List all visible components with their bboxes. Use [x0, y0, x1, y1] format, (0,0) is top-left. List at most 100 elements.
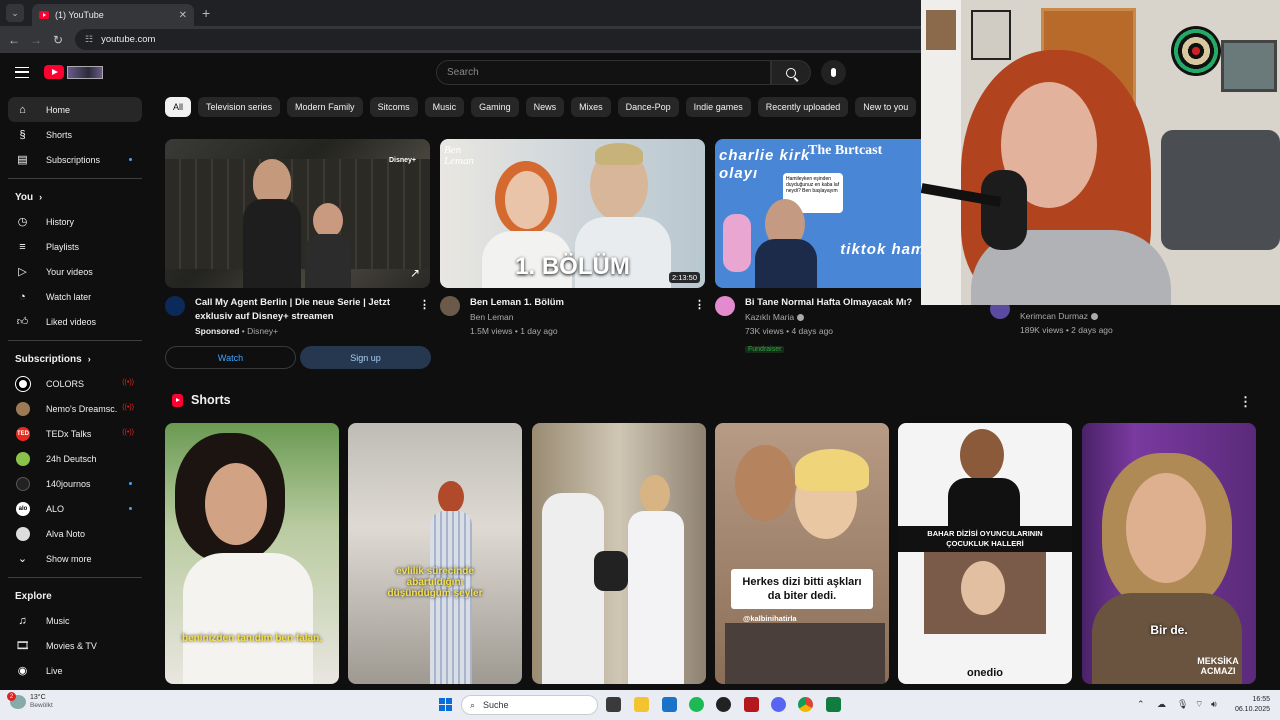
sidebar-item-history[interactable]: ◷ History [8, 209, 142, 234]
more-options-icon[interactable]: ⋮ [694, 298, 705, 311]
channel-avatar: alo [16, 501, 30, 516]
chip-music[interactable]: Music [424, 97, 465, 117]
sidebar-item-shorts[interactable]: § Shorts [8, 122, 142, 147]
sidebar-channel-nemos-dreamscapes[interactable]: Nemo's Dreamsc... ((•)) [8, 396, 142, 421]
disney-plus-logo: Disney+ [388, 157, 416, 164]
video-meta: Bi Tane Normal Hafta Olmayacak Mı? Kazık… [715, 296, 960, 356]
open-external-icon[interactable]: ↗ [410, 266, 420, 280]
search-input[interactable] [447, 67, 770, 78]
chip-recently-uploaded[interactable]: Recently uploaded [757, 97, 849, 117]
divider [8, 178, 142, 179]
sidebar-item-liked-videos[interactable]: 👍︎ Liked videos [8, 309, 142, 334]
sidebar-item-home[interactable]: ⌂ Home [8, 97, 142, 122]
chip-all[interactable]: All [165, 97, 192, 117]
excel-icon[interactable] [826, 697, 841, 712]
chip-dance-pop[interactable]: Dance-Pop [617, 97, 679, 117]
short-card[interactable]: beninizden tanıdım ben falan. [165, 423, 339, 684]
weather-widget[interactable]: 2 13°C Bewölkt [7, 692, 53, 710]
task-view-icon[interactable] [606, 697, 621, 712]
channel-name[interactable]: Ben Leman [470, 310, 685, 324]
short-card[interactable]: evlilik sürecinde abartıldığını düşündüğ… [348, 423, 522, 684]
video-card[interactable]: Ben Leman 1. BÖLÜM 2:13:50 Ben Leman 1. … [440, 139, 705, 338]
youtube-logo[interactable] [44, 65, 103, 79]
windows-start-icon[interactable] [439, 698, 452, 711]
video-thumbnail[interactable]: charlie kirk olayı The Bırtcast Hamileyk… [715, 139, 921, 288]
sidebar-item-subscriptions[interactable]: ▤ Subscriptions [8, 147, 142, 172]
chip-news[interactable]: News [525, 97, 565, 117]
spotify-icon[interactable] [689, 697, 704, 712]
sidebar-channel-24h-deutsch[interactable]: 24h Deutsch [8, 446, 142, 471]
channel-avatar[interactable] [165, 296, 185, 316]
network-icon[interactable]: ☁ [1157, 699, 1166, 710]
discord-icon[interactable] [771, 697, 786, 712]
sidebar-item-watch-later[interactable]: ◔ Watch later [8, 284, 142, 309]
sidebar-item-your-videos[interactable]: ▷ Your videos [8, 259, 142, 284]
chip-sitcoms[interactable]: Sitcoms [369, 97, 418, 117]
video-thumbnail[interactable]: Disney+ ↗ [165, 139, 430, 288]
short-card[interactable]: Herkes dizi bitti aşkları da biter dedi.… [715, 423, 889, 684]
sidebar-show-more[interactable]: ⌄ Show more [8, 546, 142, 571]
short-caption: BAHAR DİZİSİ OYUNCULARININ ÇOCUKLUK HALL… [927, 529, 1043, 548]
sign-up-button[interactable]: Sign up [300, 346, 431, 369]
tab-list-icon[interactable]: ⌄ [6, 4, 24, 22]
volume-icon[interactable]: 🔊︎ [1211, 699, 1217, 710]
sidebar-channel-tedx-talks[interactable]: TED TEDx Talks ((•)) [8, 421, 142, 446]
video-title[interactable]: Ben Leman 1. Bölüm [470, 296, 685, 310]
tray-overflow-icon[interactable]: ⌃ [1137, 699, 1145, 710]
sidebar-channel-alva-noto[interactable]: Alva Noto [8, 521, 142, 546]
sidebar-item-live[interactable]: ◉ Live [8, 658, 142, 683]
video-card-ad[interactable]: Disney+ ↗ Call My Agent Berlin | Die neu… [165, 139, 430, 338]
you-heading[interactable]: You › [0, 185, 150, 209]
sidebar-item-playlists[interactable]: ≡ Playlists [8, 234, 142, 259]
store-icon[interactable] [662, 697, 677, 712]
microphone-icon[interactable]: 🎙︎ [1177, 699, 1188, 710]
taskbar-search[interactable]: ⌕ Suche [461, 695, 598, 715]
short-card[interactable]: BAHAR DİZİSİ OYUNCULARININ ÇOCUKLUK HALL… [898, 423, 1072, 684]
channel-name[interactable]: Kazıklı Maria [745, 312, 794, 322]
forward-icon[interactable]: → [25, 33, 47, 47]
video-channel-line: Sponsored • Disney+ [195, 326, 279, 336]
wifi-icon[interactable]: ⌔ [1195, 699, 1203, 710]
chip-modern-family[interactable]: Modern Family [287, 97, 363, 117]
chip-gaming[interactable]: Gaming [471, 97, 519, 117]
video-thumbnail[interactable]: Ben Leman 1. BÖLÜM 2:13:50 [440, 139, 705, 288]
chip-new-to-you[interactable]: New to you [855, 97, 917, 117]
chrome-icon[interactable] [798, 697, 813, 712]
thumbnail-person [628, 511, 684, 684]
chip-mixes[interactable]: Mixes [571, 97, 611, 117]
menu-icon[interactable] [15, 66, 29, 78]
short-card[interactable] [532, 423, 706, 684]
search-button[interactable] [771, 60, 811, 85]
channel-name[interactable]: Kerimcan Durmaz [1020, 311, 1088, 321]
short-card[interactable]: Bir de. MEKSİKA ACMAZI [1082, 423, 1256, 684]
more-options-icon[interactable]: ⋮ [1239, 394, 1252, 410]
video-title[interactable]: Call My Agent Berlin | Die neue Serie | … [195, 296, 410, 324]
file-explorer-icon[interactable] [634, 697, 649, 712]
more-options-icon[interactable]: ⋮ [419, 298, 430, 311]
subscriptions-heading[interactable]: Subscriptions › [0, 347, 150, 371]
obs-icon[interactable] [716, 697, 731, 712]
close-tab-icon[interactable]: ✕ [179, 10, 187, 21]
search-box[interactable] [436, 60, 771, 85]
new-tab-button[interactable]: + [202, 5, 210, 21]
site-info-icon[interactable]: ☷ [85, 34, 93, 45]
reload-icon[interactable]: ↻ [47, 33, 69, 47]
sidebar-item-music[interactable]: ♫ Music [8, 608, 142, 633]
channel-name[interactable]: Disney+ [247, 326, 278, 336]
chip-indie-games[interactable]: Indie games [685, 97, 751, 117]
sidebar-channel-140journos[interactable]: 140journos [8, 471, 142, 496]
browser-tab[interactable]: (1) YouTube ✕ [32, 4, 194, 26]
search-icon: ⌕ [470, 699, 476, 710]
chip-television-series[interactable]: Television series [198, 97, 281, 117]
sidebar-channel-alo[interactable]: alo ALO [8, 496, 142, 521]
watch-button[interactable]: Watch [165, 346, 296, 369]
sidebar-item-movies-tv[interactable]: 🎞︎ Movies & TV [8, 633, 142, 658]
channel-avatar[interactable] [440, 296, 460, 316]
back-icon[interactable]: ← [3, 33, 25, 47]
sidebar-channel-colors[interactable]: COLORS ((•)) [8, 371, 142, 396]
voice-search-button[interactable] [821, 60, 846, 85]
app-icon[interactable] [744, 697, 759, 712]
video-stats: 1.5M views • 1 day ago [470, 326, 558, 336]
taskbar-clock[interactable]: 16:55 06.10.2025 [1226, 695, 1270, 715]
channel-avatar[interactable] [715, 296, 735, 316]
